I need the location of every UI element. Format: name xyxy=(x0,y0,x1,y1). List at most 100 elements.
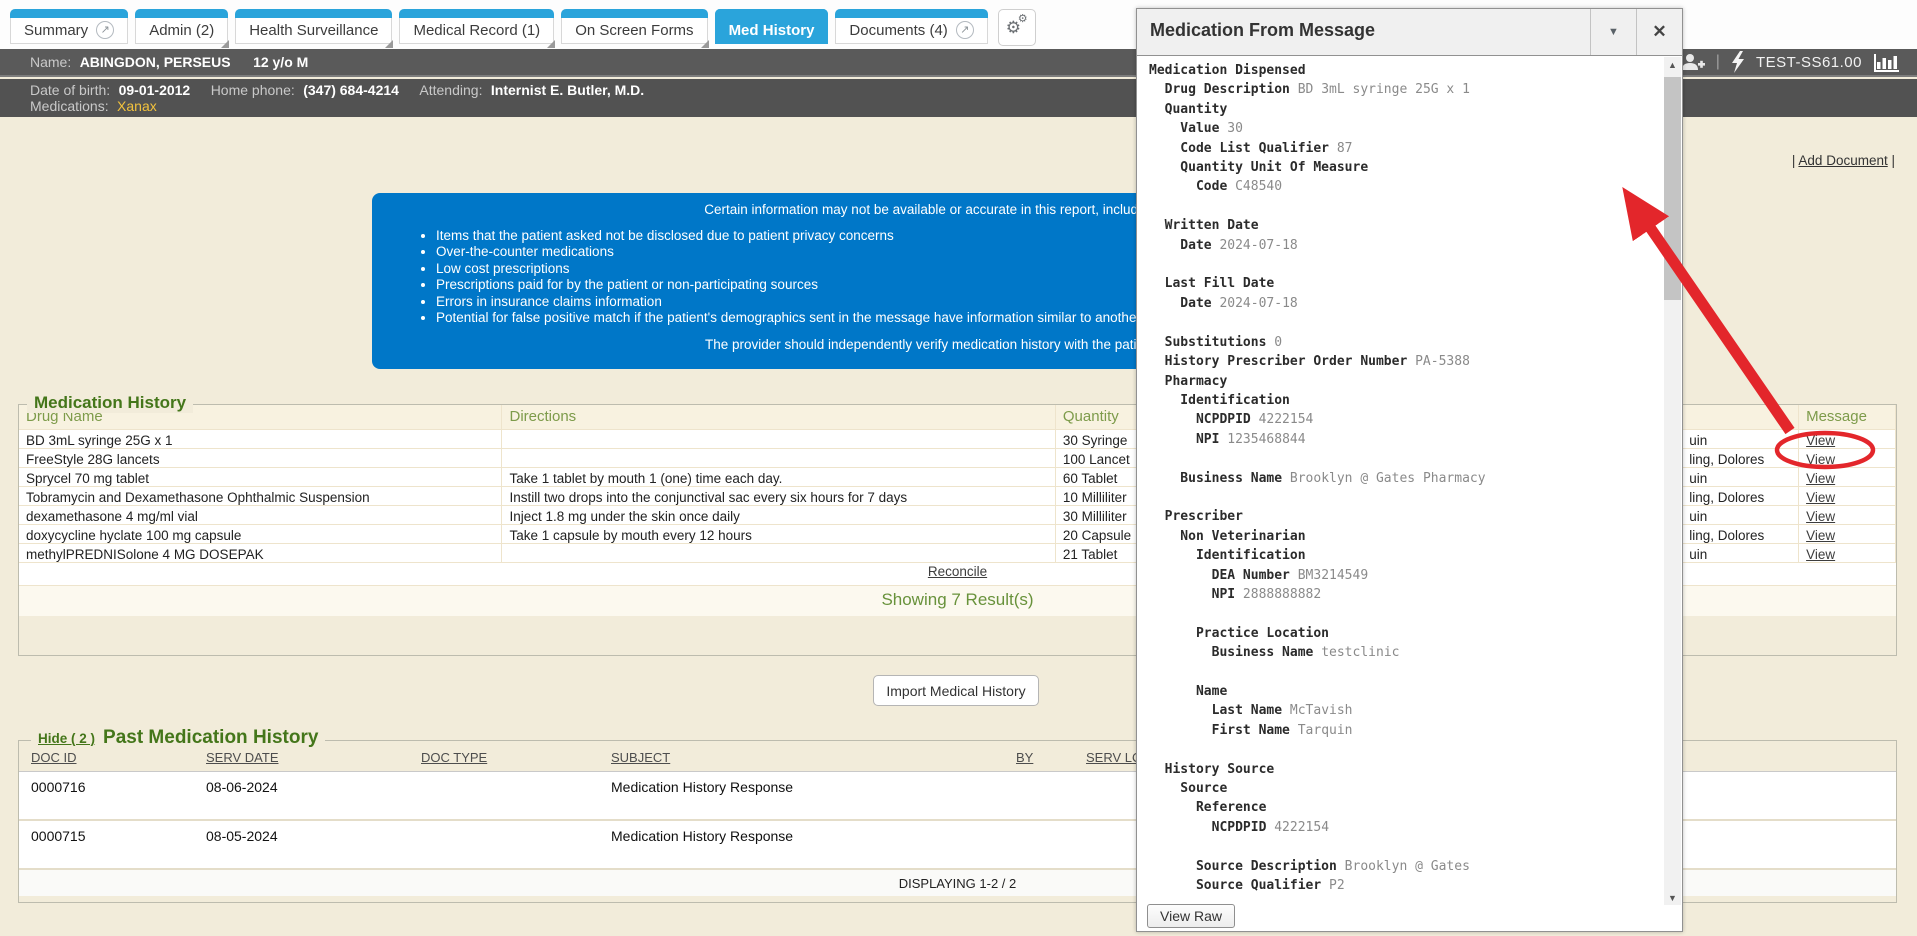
message-line: First Name Tarquin xyxy=(1149,721,1486,740)
view-message-link[interactable]: View xyxy=(1806,490,1835,505)
message-line: NPI 1235468844 xyxy=(1149,430,1486,449)
past-column-header-subject[interactable]: SUBJECT xyxy=(611,750,670,765)
message-line: Code List Qualifier 87 xyxy=(1149,139,1486,158)
lightning-icon[interactable] xyxy=(1731,51,1745,73)
scrollbar-thumb[interactable] xyxy=(1664,77,1681,300)
settings-gear-button[interactable]: ⚙⚙ xyxy=(998,9,1036,46)
message-line: Last Fill Date xyxy=(1149,274,1486,293)
message-line: Source Qualifier P2 xyxy=(1149,876,1486,895)
message-line xyxy=(1149,449,1486,468)
message-line: Date 2024-07-18 xyxy=(1149,294,1486,313)
page: Summary↗ Admin (2) Health Surveillance Medi… xyxy=(0,0,1917,936)
dialog-header[interactable]: Medication From Message ▼ ✕ xyxy=(1137,9,1682,56)
message-line: NPI 2888888882 xyxy=(1149,585,1486,604)
close-icon[interactable]: ✕ xyxy=(1636,9,1682,55)
message-cell: View xyxy=(1799,544,1896,563)
message-line xyxy=(1149,255,1486,274)
tab-medical-record-1[interactable]: Medical Record (1) xyxy=(399,9,554,44)
medications-value[interactable]: Xanax xyxy=(117,98,157,114)
past-column-header-serv-date[interactable]: SERV DATE xyxy=(206,750,278,765)
past-column-header-doc-id[interactable]: DOC ID xyxy=(31,750,77,765)
tab-admin-2[interactable]: Admin (2) xyxy=(135,9,228,44)
attending-label: Attending: xyxy=(419,82,482,98)
open-in-new-icon[interactable]: ↗ xyxy=(96,21,114,39)
add-user-icon[interactable] xyxy=(1681,53,1705,71)
message-line: Last Name McTavish xyxy=(1149,701,1486,720)
submenu-fold-icon xyxy=(385,40,393,48)
submenu-fold-icon xyxy=(701,40,709,48)
doc-id: 0000715 xyxy=(31,828,86,844)
message-line: Prescriber xyxy=(1149,507,1486,526)
dob-value: 09-01-2012 xyxy=(119,82,191,98)
view-message-link[interactable]: View xyxy=(1806,452,1835,467)
drug-name-cell: Tobramycin and Dexamethasone Ophthalmic … xyxy=(19,487,502,506)
scroll-down-icon[interactable]: ▼ xyxy=(1664,890,1681,905)
tab-health-surveillance[interactable]: Health Surveillance xyxy=(235,9,392,44)
past-column-header-serv-lo[interactable]: SERV LO xyxy=(1086,750,1142,765)
import-medical-history-button[interactable]: Import Medical History xyxy=(873,675,1039,706)
tab-on-screen-forms[interactable]: On Screen Forms xyxy=(561,9,707,44)
medications-label: Medications: xyxy=(30,98,109,114)
message-line: Non Veterinarian xyxy=(1149,527,1486,546)
message-line: Source Description Brooklyn @ Gates xyxy=(1149,857,1486,876)
drug-name-cell: doxycycline hyclate 100 mg capsule xyxy=(19,525,502,544)
tab-label: Medical Record (1) xyxy=(413,22,540,39)
tab-label: Documents (4) xyxy=(849,22,947,39)
view-message-link[interactable]: View xyxy=(1806,433,1835,448)
system-id: TEST-SS61.00 xyxy=(1756,54,1862,71)
view-message-link[interactable]: View xyxy=(1806,528,1835,543)
chart-icon[interactable] xyxy=(1873,52,1899,72)
view-message-link[interactable]: View xyxy=(1806,471,1835,486)
column-header: Directions xyxy=(502,405,1055,430)
subject: Medication History Response xyxy=(611,779,793,795)
tab-label: Med History xyxy=(729,22,815,39)
medication-history-title: Medication History xyxy=(27,393,193,413)
directions-cell xyxy=(502,449,1055,468)
patient-age-sex: 12 y/o M xyxy=(253,54,308,70)
tab-label: Health Surveillance xyxy=(249,22,378,39)
message-line: NCPDPID 4222154 xyxy=(1149,410,1486,429)
scroll-up-icon[interactable]: ▲ xyxy=(1664,57,1681,74)
dialog-menu-button[interactable]: ▼ xyxy=(1590,9,1636,55)
dob-label: Date of birth: xyxy=(30,82,110,98)
message-line: Name xyxy=(1149,682,1486,701)
message-line: Quantity Unit Of Measure xyxy=(1149,158,1486,177)
directions-cell xyxy=(502,544,1055,563)
name-label: Name: xyxy=(30,54,71,70)
directions-cell xyxy=(502,430,1055,449)
tab-label: Admin (2) xyxy=(149,22,214,39)
message-line: Medication Dispensed xyxy=(1149,61,1486,80)
past-column-header-doc-type[interactable]: DOC TYPE xyxy=(421,750,487,765)
view-message-link[interactable]: View xyxy=(1806,509,1835,524)
phone-label: Home phone: xyxy=(211,82,295,98)
message-line: Quantity xyxy=(1149,100,1486,119)
drug-name-cell: methylPREDNISolone 4 MG DOSEPAK xyxy=(19,544,502,563)
message-line: Pharmacy xyxy=(1149,372,1486,391)
message-line: Substitutions 0 xyxy=(1149,333,1486,352)
message-line: Practice Location xyxy=(1149,624,1486,643)
attending-value: Internist E. Butler, M.D. xyxy=(491,82,644,98)
phone-value: (347) 684-4214 xyxy=(303,82,399,98)
directions-cell: Take 1 tablet by mouth 1 (one) time each… xyxy=(502,468,1055,487)
past-column-header-by[interactable]: BY xyxy=(1016,750,1033,765)
doc-id: 0000716 xyxy=(31,779,86,795)
view-raw-button[interactable]: View Raw xyxy=(1147,904,1235,928)
gear-icon-small: ⚙ xyxy=(1018,12,1028,25)
tab-summary[interactable]: Summary↗ xyxy=(10,9,128,44)
tab-bar: Summary↗ Admin (2) Health Surveillance Medi… xyxy=(10,9,1036,46)
open-in-new-icon[interactable]: ↗ xyxy=(956,21,974,39)
prescriber-cell: uin xyxy=(1682,544,1799,563)
drug-name-cell: FreeStyle 28G lancets xyxy=(19,449,502,468)
dialog-scrollbar[interactable]: ▲ ▼ xyxy=(1664,57,1681,905)
message-line: Date 2024-07-18 xyxy=(1149,236,1486,255)
add-document-link[interactable]: Add Document xyxy=(1798,153,1887,168)
message-cell: View xyxy=(1799,506,1896,525)
message-line xyxy=(1149,740,1486,759)
message-line: Written Date xyxy=(1149,216,1486,235)
dialog-body: Medication Dispensed Drug Description BD… xyxy=(1137,56,1682,905)
view-message-link[interactable]: View xyxy=(1806,547,1835,562)
tab-med-history[interactable]: Med History xyxy=(715,9,829,44)
tab-documents-4[interactable]: Documents (4) ↗ xyxy=(835,9,987,44)
reconcile-link[interactable]: Reconcile xyxy=(928,564,987,579)
add-document-line: | Add Document | xyxy=(1792,153,1895,168)
